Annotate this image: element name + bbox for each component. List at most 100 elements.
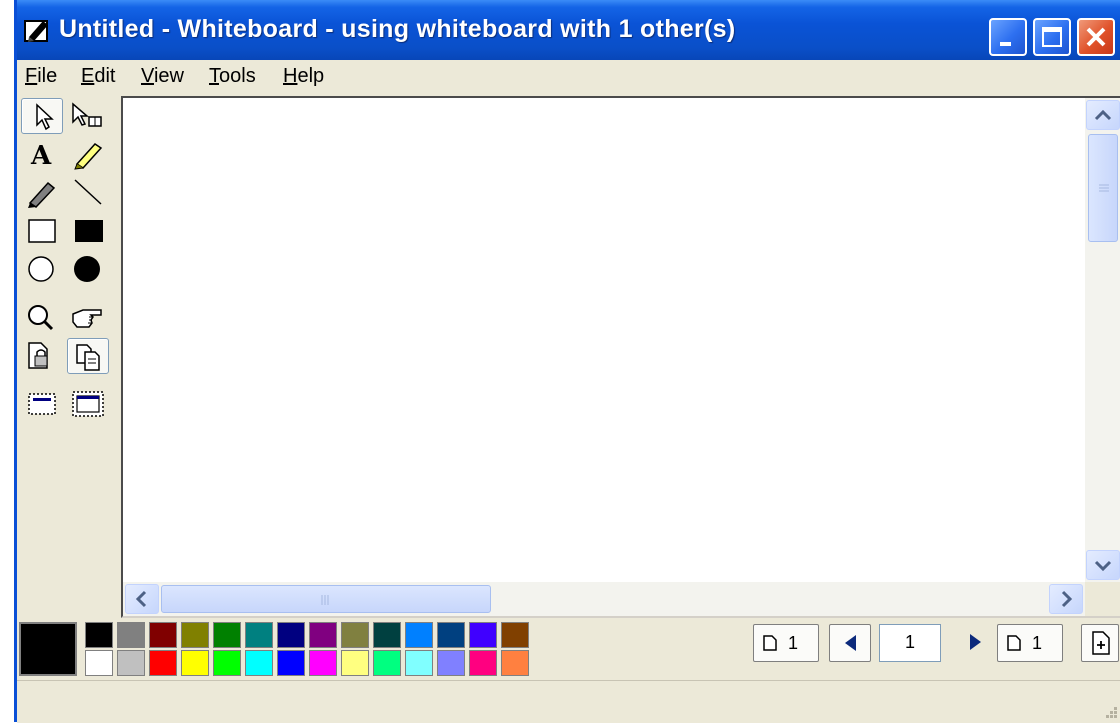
window-title: Untitled - Whiteboard - using whiteboard… bbox=[59, 15, 736, 43]
unfilled-rectangle-tool[interactable] bbox=[21, 212, 63, 248]
synchronize-tool[interactable] bbox=[67, 338, 109, 374]
unfilled-ellipse-tool[interactable] bbox=[21, 250, 63, 286]
whiteboard-canvas[interactable] bbox=[123, 98, 1085, 582]
eraser-select-tool[interactable] bbox=[67, 98, 109, 134]
filled-rectangle-icon bbox=[75, 220, 103, 242]
minimize-button[interactable] bbox=[989, 18, 1027, 56]
vertical-scrollbar[interactable] bbox=[1085, 98, 1120, 582]
selector-tool[interactable] bbox=[21, 98, 63, 134]
color-swatch[interactable] bbox=[85, 622, 113, 648]
horizontal-scroll-thumb[interactable] bbox=[161, 585, 491, 613]
color-swatch[interactable] bbox=[405, 622, 433, 648]
color-swatch[interactable] bbox=[469, 650, 497, 676]
select-window-icon bbox=[72, 391, 104, 417]
maximize-button[interactable] bbox=[1033, 18, 1071, 56]
resize-grip-icon[interactable] bbox=[1100, 703, 1120, 723]
zoom-tool[interactable] bbox=[21, 300, 63, 336]
color-palette bbox=[17, 620, 537, 676]
scroll-left-button[interactable] bbox=[125, 584, 159, 614]
scroll-down-button[interactable] bbox=[1086, 550, 1120, 580]
vertical-scroll-thumb[interactable] bbox=[1088, 134, 1118, 242]
menu-view-label: iew bbox=[153, 65, 184, 87]
select-area-tool[interactable] bbox=[21, 386, 63, 422]
menu-edit-label: dit bbox=[94, 65, 116, 87]
toolbox: A bbox=[17, 94, 121, 614]
insert-new-page-button[interactable] bbox=[1081, 624, 1119, 662]
color-swatch[interactable] bbox=[85, 650, 113, 676]
page-icon bbox=[1007, 635, 1021, 651]
close-icon bbox=[1086, 27, 1106, 47]
page-navigator: 1 1 1 bbox=[753, 620, 1120, 666]
color-swatch[interactable] bbox=[213, 622, 241, 648]
color-swatch[interactable] bbox=[245, 622, 273, 648]
title-bar[interactable]: Untitled - Whiteboard - using whiteboard… bbox=[17, 0, 1120, 60]
color-swatch[interactable] bbox=[181, 650, 209, 676]
text-icon: A bbox=[30, 141, 52, 171]
remote-pointer-icon bbox=[72, 309, 102, 328]
lock-contents-tool[interactable] bbox=[21, 338, 63, 374]
menu-file[interactable]: File bbox=[25, 65, 57, 88]
svg-text:A: A bbox=[30, 141, 52, 171]
current-color-swatch bbox=[19, 622, 77, 676]
chevron-left-icon bbox=[135, 590, 147, 608]
pen-tool[interactable] bbox=[21, 174, 63, 210]
last-page-label: 1 bbox=[1032, 633, 1043, 653]
color-swatch[interactable] bbox=[277, 622, 305, 648]
scrollbar-corner bbox=[1085, 582, 1120, 616]
filled-ellipse-icon bbox=[74, 256, 100, 282]
color-swatch[interactable] bbox=[245, 650, 273, 676]
color-swatch[interactable] bbox=[373, 622, 401, 648]
color-swatch[interactable] bbox=[501, 650, 529, 676]
previous-page-button[interactable] bbox=[829, 624, 871, 662]
remote-pointer-tool[interactable] bbox=[67, 300, 109, 336]
new-page-icon bbox=[1092, 631, 1110, 655]
highlighter-tool[interactable] bbox=[67, 136, 109, 172]
color-swatch[interactable] bbox=[309, 622, 337, 648]
menu-view[interactable]: View bbox=[141, 65, 184, 88]
scroll-up-button[interactable] bbox=[1086, 100, 1120, 130]
menu-tools[interactable]: Tools bbox=[209, 65, 256, 88]
filled-rectangle-tool[interactable] bbox=[67, 212, 109, 248]
close-button[interactable] bbox=[1077, 18, 1115, 56]
text-tool[interactable]: A bbox=[21, 136, 63, 172]
color-swatch[interactable] bbox=[149, 622, 177, 648]
color-swatch[interactable] bbox=[117, 650, 145, 676]
eraser-select-icon bbox=[72, 102, 102, 127]
color-swatch[interactable] bbox=[117, 622, 145, 648]
color-swatch[interactable] bbox=[437, 622, 465, 648]
triangle-left-icon bbox=[845, 635, 856, 651]
color-swatch[interactable] bbox=[213, 650, 241, 676]
menu-tools-accel: T bbox=[209, 65, 219, 87]
current-page-input[interactable]: 1 bbox=[879, 624, 941, 662]
next-page-button[interactable] bbox=[953, 624, 995, 662]
color-swatch[interactable] bbox=[309, 650, 337, 676]
menu-edit[interactable]: Edit bbox=[81, 65, 115, 88]
line-tool[interactable] bbox=[67, 174, 109, 210]
horizontal-scrollbar[interactable] bbox=[123, 582, 1085, 616]
maximize-icon bbox=[1042, 27, 1062, 47]
color-swatch[interactable] bbox=[405, 650, 433, 676]
scroll-right-button[interactable] bbox=[1049, 584, 1083, 614]
color-swatch[interactable] bbox=[469, 622, 497, 648]
selector-icon bbox=[36, 103, 54, 131]
color-swatch[interactable] bbox=[373, 650, 401, 676]
color-swatch[interactable] bbox=[181, 622, 209, 648]
filled-ellipse-tool[interactable] bbox=[67, 250, 109, 286]
unfilled-ellipse-icon bbox=[28, 256, 54, 282]
menu-help[interactable]: Help bbox=[283, 65, 324, 88]
color-swatch[interactable] bbox=[437, 650, 465, 676]
color-swatch[interactable] bbox=[149, 650, 177, 676]
last-page-button[interactable]: 1 bbox=[997, 624, 1063, 662]
menu-edit-accel: E bbox=[81, 65, 95, 87]
color-swatch[interactable] bbox=[341, 622, 369, 648]
first-page-button[interactable]: 1 bbox=[753, 624, 819, 662]
select-window-tool[interactable] bbox=[67, 386, 109, 422]
color-swatch[interactable] bbox=[277, 650, 305, 676]
color-swatch[interactable] bbox=[501, 622, 529, 648]
minimize-icon bbox=[1000, 42, 1011, 46]
unfilled-rectangle-icon bbox=[28, 219, 56, 243]
first-page-label: 1 bbox=[788, 633, 799, 653]
color-swatch[interactable] bbox=[341, 650, 369, 676]
whiteboard-canvas-frame bbox=[121, 96, 1120, 618]
synchronize-icon bbox=[76, 344, 100, 371]
